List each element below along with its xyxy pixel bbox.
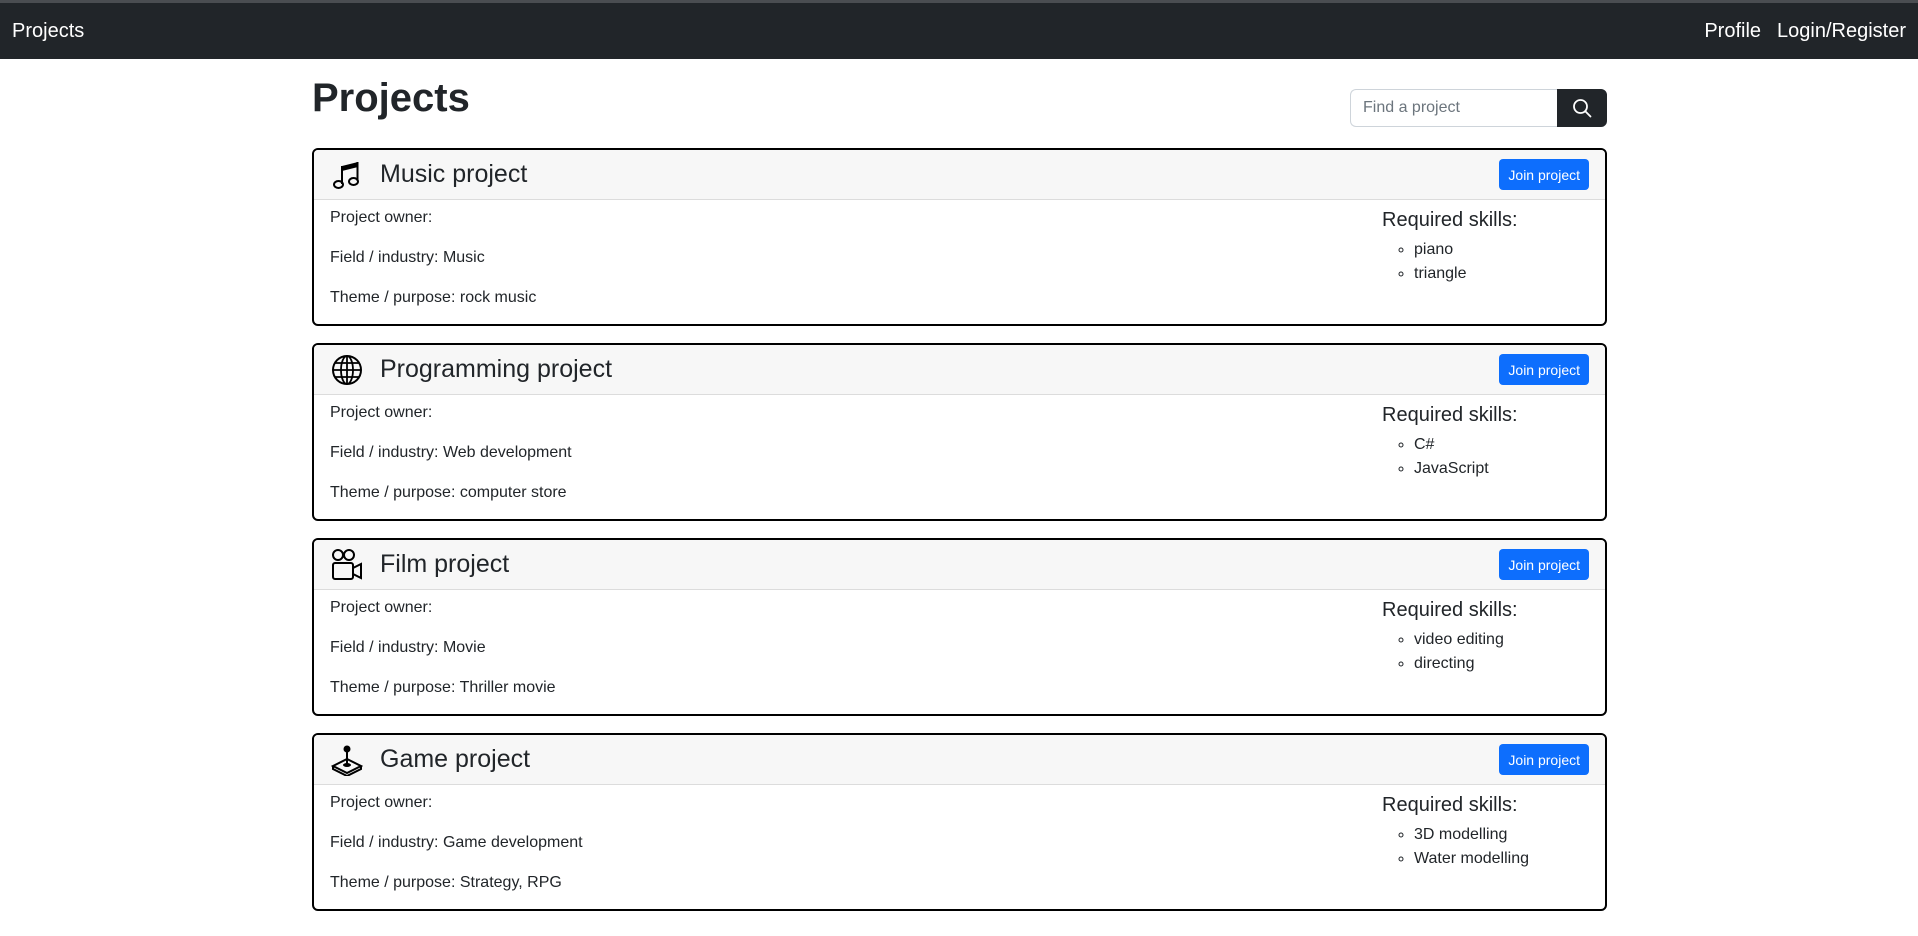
- card-title: Game project: [380, 745, 531, 773]
- owner-label: Project owner:: [330, 404, 433, 421]
- project-field: Field / industry: Game development: [330, 833, 583, 853]
- skills-list: 3D modelling Water modelling: [1382, 823, 1589, 871]
- project-details: Project owner: Field / industry: Web dev…: [330, 403, 572, 519]
- card-header: Programming project Join project: [314, 345, 1605, 395]
- join-project-button[interactable]: Join project: [1499, 159, 1589, 190]
- card-body: Project owner: Field / industry: Movie T…: [314, 590, 1605, 714]
- skills-title: Required skills:: [1382, 599, 1518, 621]
- skill-item: directing: [1414, 652, 1589, 676]
- joystick-icon: [330, 743, 364, 777]
- skills-list: piano triangle: [1382, 238, 1589, 286]
- theme-label: Theme / purpose:: [330, 679, 456, 696]
- project-owner: Project owner:: [330, 793, 583, 813]
- card-body: Project owner: Field / industry: Web dev…: [314, 395, 1605, 519]
- theme-label: Theme / purpose:: [330, 289, 456, 306]
- card-header: Film project Join project: [314, 540, 1605, 590]
- skills-title: Required skills:: [1382, 794, 1518, 816]
- project-card: Programming project Join project Project…: [312, 343, 1607, 521]
- project-card: Film project Join project Project owner:…: [312, 538, 1607, 716]
- field-value: Web development: [442, 444, 572, 461]
- search-icon: [1573, 99, 1592, 118]
- card-title: Film project: [380, 550, 510, 578]
- project-details: Project owner: Field / industry: Movie T…: [330, 598, 556, 714]
- project-details: Project owner: Field / industry: Music T…: [330, 208, 536, 324]
- skills-title: Required skills:: [1382, 404, 1518, 426]
- theme-label: Theme / purpose:: [330, 484, 456, 501]
- search-button[interactable]: [1557, 89, 1607, 127]
- card-body: Project owner: Field / industry: Music T…: [314, 200, 1605, 324]
- field-label: Field / industry:: [330, 639, 439, 656]
- required-skills: Required skills: 3D modelling Water mode…: [1382, 793, 1589, 909]
- theme-value: Strategy, RPG: [459, 874, 562, 891]
- project-card: Music project Join project Project owner…: [312, 148, 1607, 326]
- required-skills: Required skills: piano triangle: [1382, 208, 1589, 324]
- nav-link-login-register[interactable]: Login/Register: [1777, 20, 1906, 43]
- card-header: Music project Join project: [314, 150, 1605, 200]
- skill-item: 3D modelling: [1414, 823, 1589, 847]
- join-project-button[interactable]: Join project: [1499, 744, 1589, 775]
- page-header: Projects: [312, 59, 1607, 148]
- project-theme: Theme / purpose: Strategy, RPG: [330, 873, 583, 893]
- skills-list: C# JavaScript: [1382, 433, 1589, 481]
- project-owner: Project owner:: [330, 403, 572, 423]
- project-owner: Project owner:: [330, 208, 536, 228]
- field-label: Field / industry:: [330, 444, 439, 461]
- nav-link-profile[interactable]: Profile: [1704, 20, 1761, 43]
- nav-links: Profile Login/Register: [1704, 20, 1906, 43]
- owner-label: Project owner:: [330, 209, 433, 226]
- skill-item: Water modelling: [1414, 847, 1589, 871]
- project-theme: Theme / purpose: Thriller movie: [330, 678, 556, 698]
- globe-icon: [330, 353, 364, 387]
- owner-label: Project owner:: [330, 599, 433, 616]
- field-label: Field / industry:: [330, 834, 439, 851]
- card-title: Programming project: [380, 355, 613, 383]
- theme-value: computer store: [459, 484, 567, 501]
- project-card: Game project Join project Project owner:…: [312, 733, 1607, 911]
- theme-value: rock music: [459, 289, 537, 306]
- theme-value: Thriller movie: [459, 679, 556, 696]
- main-container: Projects Find a project Music project Jo…: [312, 59, 1607, 928]
- navbar-brand[interactable]: Projects: [12, 20, 84, 43]
- project-field: Field / industry: Movie: [330, 638, 556, 658]
- card-header: Game project Join project: [314, 735, 1605, 785]
- project-theme: Theme / purpose: rock music: [330, 288, 536, 308]
- skills-list: video editing directing: [1382, 628, 1589, 676]
- field-label: Field / industry:: [330, 249, 439, 266]
- camera-reels-icon: [330, 548, 364, 582]
- field-value: Music: [442, 249, 485, 266]
- skill-item: triangle: [1414, 262, 1589, 286]
- skill-item: JavaScript: [1414, 457, 1589, 481]
- field-value: Game development: [442, 834, 583, 851]
- skill-item: piano: [1414, 238, 1589, 262]
- project-owner: Project owner:: [330, 598, 556, 618]
- search-group: [1350, 89, 1607, 127]
- project-field: Field / industry: Music: [330, 248, 536, 268]
- skills-title: Required skills:: [1382, 209, 1518, 231]
- card-title-wrap: Programming project: [330, 353, 612, 387]
- theme-label: Theme / purpose:: [330, 874, 456, 891]
- skill-item: video editing: [1414, 628, 1589, 652]
- required-skills: Required skills: C# JavaScript: [1382, 403, 1589, 519]
- card-body: Project owner: Field / industry: Game de…: [314, 785, 1605, 909]
- music-note-icon: [330, 158, 364, 192]
- card-title-wrap: Game project: [330, 743, 530, 777]
- card-title: Music project: [380, 160, 528, 188]
- project-field: Field / industry: Web development: [330, 443, 572, 463]
- page-title: Projects: [312, 76, 470, 120]
- project-theme: Theme / purpose: computer store: [330, 483, 572, 503]
- join-project-button[interactable]: Join project: [1499, 549, 1589, 580]
- owner-label: Project owner:: [330, 794, 433, 811]
- search-input[interactable]: [1350, 89, 1557, 127]
- join-project-button[interactable]: Join project: [1499, 354, 1589, 385]
- field-value: Movie: [442, 639, 486, 656]
- project-details: Project owner: Field / industry: Game de…: [330, 793, 583, 909]
- card-title-wrap: Film project: [330, 548, 509, 582]
- card-title-wrap: Music project: [330, 158, 527, 192]
- skill-item: C#: [1414, 433, 1589, 457]
- navbar: Projects Profile Login/Register: [0, 3, 1918, 59]
- required-skills: Required skills: video editing directing: [1382, 598, 1589, 714]
